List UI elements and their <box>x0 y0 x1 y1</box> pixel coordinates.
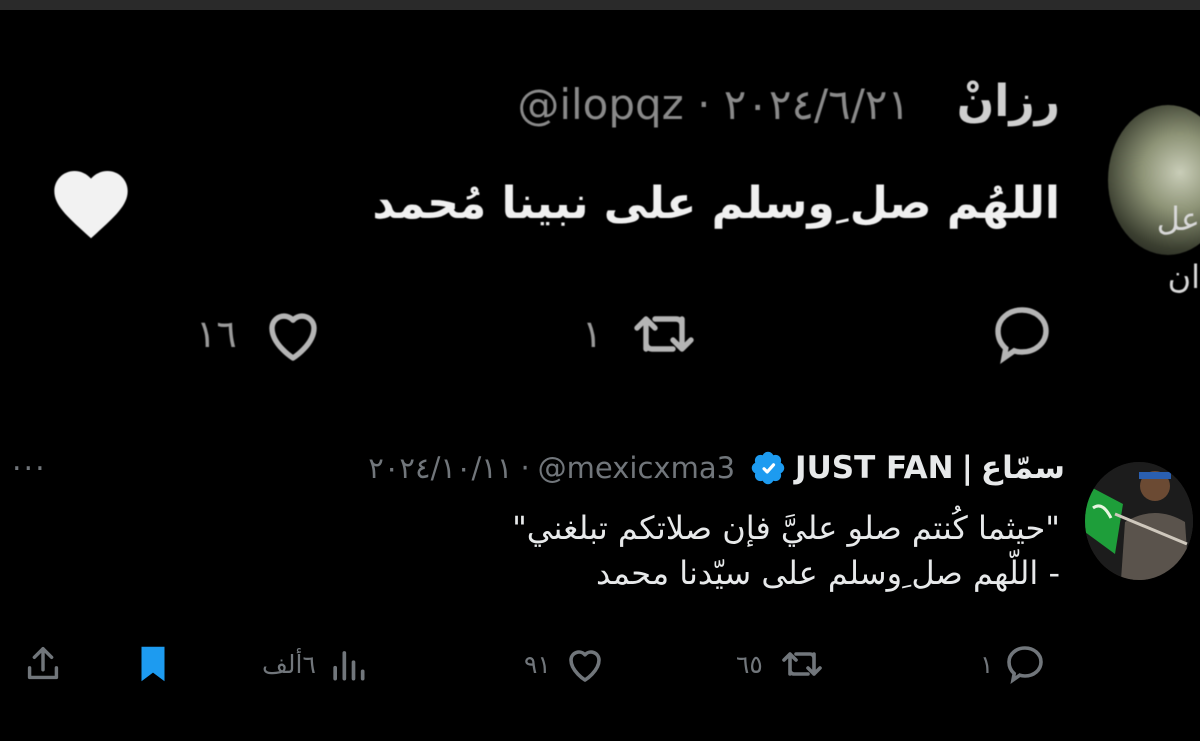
quoted-cut-text: عل ان <box>1157 190 1200 306</box>
quoted-tweet-text: اللهُم صل ِوسلم على نبينا مُحمد <box>372 178 1060 229</box>
verified-badge-icon <box>751 451 785 485</box>
tweet-text-line-1: "حيثما كُنتم صلو عليَّ فإن صلاتكم تبلغني… <box>512 509 1060 547</box>
avatar[interactable] <box>1085 462 1193 580</box>
retweet-icon <box>782 652 822 676</box>
reply-icon <box>995 307 1049 365</box>
tweet-date[interactable]: ٢٠٢٤/١٠/١١ <box>368 451 512 485</box>
user-handle[interactable]: @mexicxma3 <box>538 451 735 485</box>
like-button[interactable]: ٩١ <box>524 640 609 688</box>
white-heart-icon <box>54 171 128 239</box>
tweet-text: "حيثما كُنتم صلو عليَّ فإن صلاتكم تبلغني… <box>160 506 1060 596</box>
heart-icon <box>569 650 601 682</box>
share-icon <box>27 646 59 680</box>
display-name-arabic[interactable]: سمّاع <box>981 450 1065 486</box>
quoted-retweet-button[interactable]: ١ <box>582 298 712 370</box>
reply-button[interactable]: ١ <box>980 640 1049 688</box>
bookmark-button[interactable] <box>130 640 176 692</box>
views-button[interactable]: ٦ألف <box>262 640 370 688</box>
display-name-latin[interactable]: JUST FAN <box>795 450 954 486</box>
share-button[interactable] <box>20 640 66 692</box>
dot-separator: · <box>520 451 530 485</box>
quoted-like-button[interactable]: ١٦ <box>196 298 335 370</box>
quoted-display-name[interactable]: رزانْ <box>957 76 1060 127</box>
retweet-icon <box>634 316 695 352</box>
cut-text-line-1: عل <box>1156 200 1200 238</box>
quoted-tweet[interactable]: عل ان رزانْ @ilopqz · ٢٠٢٤/٦/٢١ اللهُم ص… <box>0 10 1200 410</box>
quoted-retweet-count: ١ <box>582 312 603 356</box>
quoted-handle-date[interactable]: @ilopqz · ٢٠٢٤/٦/٢١ <box>517 80 910 129</box>
name-separator: | <box>961 450 973 486</box>
retweet-count: ٦٥ <box>736 649 763 679</box>
analytics-icon <box>333 651 365 681</box>
window-top-bar <box>0 0 1200 10</box>
like-count: ٩١ <box>524 649 551 679</box>
reply-icon <box>1007 646 1044 685</box>
views-count: ٦ألف <box>262 649 316 679</box>
tweet-text-line-2: - اللّهم صل ِوسلم على سيّدنا محمد <box>596 554 1060 592</box>
retweet-button[interactable]: ٦٥ <box>736 640 829 688</box>
quoted-reply-button[interactable] <box>980 298 1064 374</box>
avatar-photo <box>1085 462 1193 580</box>
cut-text-line-2: ان <box>1167 258 1200 296</box>
tweet-header: ٢٠٢٤/١٠/١١ · @mexicxma3 JUST FAN | سمّاع <box>368 446 1065 490</box>
reply-count: ١ <box>980 649 994 679</box>
more-options-button[interactable]: ... <box>12 443 47 478</box>
heart-icon <box>269 313 317 361</box>
bookmark-icon <box>141 646 165 682</box>
quoted-like-count: ١٦ <box>196 312 237 356</box>
